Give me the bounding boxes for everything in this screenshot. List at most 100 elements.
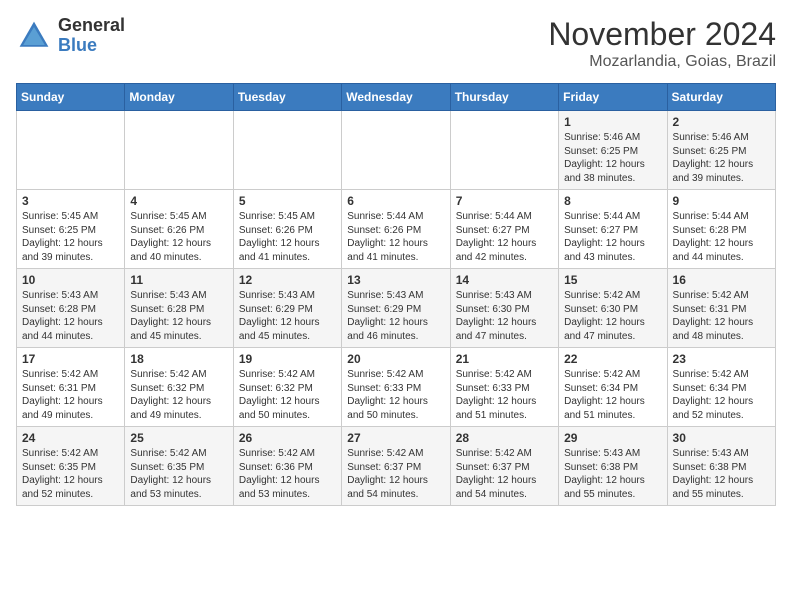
header-row: SundayMondayTuesdayWednesdayThursdayFrid… [17, 84, 776, 111]
col-header-friday: Friday [559, 84, 667, 111]
day-info: Sunrise: 5:42 AM Sunset: 6:35 PM Dayligh… [22, 447, 119, 501]
day-info: Sunrise: 5:42 AM Sunset: 6:32 PM Dayligh… [130, 368, 227, 422]
col-header-sunday: Sunday [17, 84, 125, 111]
day-cell-empty [342, 111, 450, 190]
day-number: 16 [673, 273, 770, 287]
day-number: 17 [22, 352, 119, 366]
day-cell-16: 16 Sunrise: 5:42 AM Sunset: 6:31 PM Dayli… [667, 269, 775, 348]
calendar-table: SundayMondayTuesdayWednesdayThursdayFrid… [16, 83, 776, 506]
day-number: 2 [673, 115, 770, 129]
logo-icon [16, 18, 52, 54]
day-number: 12 [239, 273, 336, 287]
day-number: 7 [456, 194, 553, 208]
day-cell-12: 12 Sunrise: 5:43 AM Sunset: 6:29 PM Dayli… [233, 269, 341, 348]
day-number: 1 [564, 115, 661, 129]
day-info: Sunrise: 5:42 AM Sunset: 6:33 PM Dayligh… [456, 368, 553, 422]
day-cell-4: 4 Sunrise: 5:45 AM Sunset: 6:26 PM Daylig… [125, 190, 233, 269]
col-header-thursday: Thursday [450, 84, 558, 111]
col-header-monday: Monday [125, 84, 233, 111]
day-info: Sunrise: 5:44 AM Sunset: 6:26 PM Dayligh… [347, 210, 444, 264]
day-cell-9: 9 Sunrise: 5:44 AM Sunset: 6:28 PM Daylig… [667, 190, 775, 269]
day-cell-5: 5Sunrise: 5:45 AM Sunset: 6:26 PM Daylig… [233, 190, 341, 269]
location-subtitle: Mozarlandia, Goias, Brazil [548, 53, 776, 71]
day-number: 6 [347, 194, 444, 208]
day-cell-13: 13Sunrise: 5:43 AM Sunset: 6:29 PM Dayli… [342, 269, 450, 348]
day-cell-30: 30Sunrise: 5:43 AM Sunset: 6:38 PM Dayli… [667, 427, 775, 506]
day-cell-15: 15 Sunrise: 5:42 AM Sunset: 6:30 PM Dayli… [559, 269, 667, 348]
day-cell-22: 22Sunrise: 5:42 AM Sunset: 6:34 PM Dayli… [559, 348, 667, 427]
day-cell-23: 23 Sunrise: 5:42 AM Sunset: 6:34 PM Dayli… [667, 348, 775, 427]
day-cell-empty [450, 111, 558, 190]
day-cell-2: 2 Sunrise: 5:46 AM Sunset: 6:25 PM Daylig… [667, 111, 775, 190]
day-cell-19: 19 Sunrise: 5:42 AM Sunset: 6:32 PM Dayli… [233, 348, 341, 427]
col-header-saturday: Saturday [667, 84, 775, 111]
day-info: Sunrise: 5:46 AM Sunset: 6:25 PM Dayligh… [564, 131, 661, 185]
week-row-4: 24 Sunrise: 5:42 AM Sunset: 6:35 PM Dayli… [17, 427, 776, 506]
day-number: 4 [130, 194, 227, 208]
day-number: 8 [564, 194, 661, 208]
day-info: Sunrise: 5:45 AM Sunset: 6:25 PM Dayligh… [22, 210, 119, 264]
day-number: 29 [564, 431, 661, 445]
day-cell-6: 6 Sunrise: 5:44 AM Sunset: 6:26 PM Daylig… [342, 190, 450, 269]
week-row-0: 1 Sunrise: 5:46 AM Sunset: 6:25 PM Daylig… [17, 111, 776, 190]
day-info: Sunrise: 5:44 AM Sunset: 6:27 PM Dayligh… [456, 210, 553, 264]
day-info: Sunrise: 5:45 AM Sunset: 6:26 PM Dayligh… [130, 210, 227, 264]
day-number: 28 [456, 431, 553, 445]
day-cell-empty [17, 111, 125, 190]
day-info: Sunrise: 5:42 AM Sunset: 6:33 PM Dayligh… [347, 368, 444, 422]
day-number: 25 [130, 431, 227, 445]
day-info: Sunrise: 5:46 AM Sunset: 6:25 PM Dayligh… [673, 131, 770, 185]
day-number: 23 [673, 352, 770, 366]
week-row-3: 17 Sunrise: 5:42 AM Sunset: 6:31 PM Dayli… [17, 348, 776, 427]
day-info: Sunrise: 5:42 AM Sunset: 6:36 PM Dayligh… [239, 447, 336, 501]
day-cell-empty [233, 111, 341, 190]
day-cell-18: 18 Sunrise: 5:42 AM Sunset: 6:32 PM Dayli… [125, 348, 233, 427]
day-cell-28: 28Sunrise: 5:42 AM Sunset: 6:37 PM Dayli… [450, 427, 558, 506]
day-cell-7: 7 Sunrise: 5:44 AM Sunset: 6:27 PM Daylig… [450, 190, 558, 269]
day-number: 9 [673, 194, 770, 208]
day-number: 27 [347, 431, 444, 445]
page-header: General Blue November 2024 Mozarlandia, … [16, 16, 776, 71]
day-cell-27: 27 Sunrise: 5:42 AM Sunset: 6:37 PM Dayli… [342, 427, 450, 506]
day-cell-empty [125, 111, 233, 190]
title-block: November 2024 Mozarlandia, Goias, Brazil [548, 16, 776, 71]
day-info: Sunrise: 5:44 AM Sunset: 6:28 PM Dayligh… [673, 210, 770, 264]
day-number: 20 [347, 352, 444, 366]
day-number: 10 [22, 273, 119, 287]
day-cell-24: 24 Sunrise: 5:42 AM Sunset: 6:35 PM Dayli… [17, 427, 125, 506]
day-info: Sunrise: 5:42 AM Sunset: 6:31 PM Dayligh… [22, 368, 119, 422]
day-info: Sunrise: 5:43 AM Sunset: 6:29 PM Dayligh… [239, 289, 336, 343]
day-number: 14 [456, 273, 553, 287]
day-info: Sunrise: 5:43 AM Sunset: 6:30 PM Dayligh… [456, 289, 553, 343]
day-number: 21 [456, 352, 553, 366]
col-header-tuesday: Tuesday [233, 84, 341, 111]
day-cell-10: 10Sunrise: 5:43 AM Sunset: 6:28 PM Dayli… [17, 269, 125, 348]
day-info: Sunrise: 5:43 AM Sunset: 6:28 PM Dayligh… [130, 289, 227, 343]
day-cell-26: 26Sunrise: 5:42 AM Sunset: 6:36 PM Dayli… [233, 427, 341, 506]
day-info: Sunrise: 5:42 AM Sunset: 6:34 PM Dayligh… [673, 368, 770, 422]
day-info: Sunrise: 5:42 AM Sunset: 6:35 PM Dayligh… [130, 447, 227, 501]
day-number: 24 [22, 431, 119, 445]
day-cell-14: 14 Sunrise: 5:43 AM Sunset: 6:30 PM Dayli… [450, 269, 558, 348]
day-cell-17: 17 Sunrise: 5:42 AM Sunset: 6:31 PM Dayli… [17, 348, 125, 427]
day-cell-1: 1 Sunrise: 5:46 AM Sunset: 6:25 PM Daylig… [559, 111, 667, 190]
day-number: 15 [564, 273, 661, 287]
day-number: 18 [130, 352, 227, 366]
day-cell-8: 8Sunrise: 5:44 AM Sunset: 6:27 PM Daylig… [559, 190, 667, 269]
day-info: Sunrise: 5:42 AM Sunset: 6:32 PM Dayligh… [239, 368, 336, 422]
day-cell-21: 21 Sunrise: 5:42 AM Sunset: 6:33 PM Dayli… [450, 348, 558, 427]
day-number: 19 [239, 352, 336, 366]
week-row-1: 3 Sunrise: 5:45 AM Sunset: 6:25 PM Daylig… [17, 190, 776, 269]
day-info: Sunrise: 5:42 AM Sunset: 6:30 PM Dayligh… [564, 289, 661, 343]
calendar-header: SundayMondayTuesdayWednesdayThursdayFrid… [17, 84, 776, 111]
day-number: 3 [22, 194, 119, 208]
day-info: Sunrise: 5:43 AM Sunset: 6:38 PM Dayligh… [564, 447, 661, 501]
col-header-wednesday: Wednesday [342, 84, 450, 111]
day-info: Sunrise: 5:42 AM Sunset: 6:31 PM Dayligh… [673, 289, 770, 343]
day-info: Sunrise: 5:42 AM Sunset: 6:37 PM Dayligh… [347, 447, 444, 501]
logo-blue: Blue [58, 36, 125, 56]
logo-general: General [58, 16, 125, 36]
day-cell-11: 11 Sunrise: 5:43 AM Sunset: 6:28 PM Dayli… [125, 269, 233, 348]
day-number: 11 [130, 273, 227, 287]
day-number: 22 [564, 352, 661, 366]
